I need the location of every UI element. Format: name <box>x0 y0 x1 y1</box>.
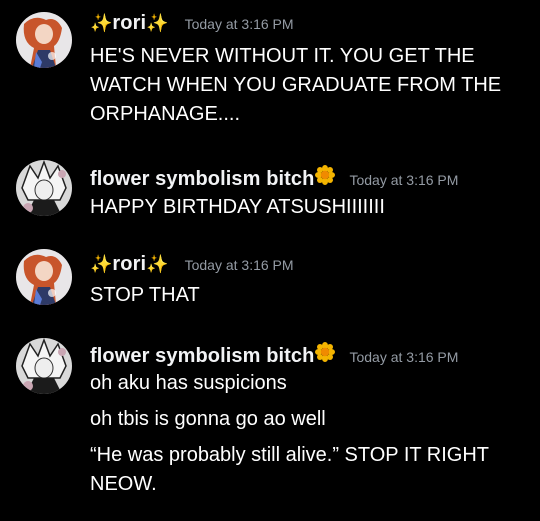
message-text: STOP THAT <box>90 284 200 306</box>
sparkle-icon: ✨ <box>146 13 169 33</box>
username[interactable]: rori <box>112 253 146 276</box>
sparkle-icon: ✨ <box>90 254 113 274</box>
avatar-orange-hair-icon <box>16 249 72 305</box>
sunflower-icon <box>315 342 336 362</box>
chat-log: ✨ rori ✨ Today at 3:16 PM HE'S NEVER WIT… <box>0 0 540 521</box>
user-avatar-flower[interactable] <box>16 160 72 216</box>
message-header: flower symbolism bitch Today at 3:16 PM <box>90 165 458 191</box>
username[interactable]: flower symbolism bitch <box>90 168 314 191</box>
user-avatar-rori[interactable] <box>16 12 72 68</box>
message-header: flower symbolism bitch Today at 3:16 PM <box>90 342 458 368</box>
sunflower-icon <box>315 165 336 185</box>
username[interactable]: flower symbolism bitch <box>90 345 314 368</box>
message-header: ✨ rori ✨ Today at 3:16 PM <box>90 12 294 38</box>
avatar-white-hair-icon <box>16 338 72 394</box>
timestamp[interactable]: Today at 3:16 PM <box>349 349 458 365</box>
message-text: HAPPY BIRTHDAY ATSUSHIIIIIII <box>90 196 385 218</box>
message-text: oh aku has suspicions <box>90 372 287 394</box>
avatar-white-hair-icon <box>16 160 72 216</box>
user-avatar-rori[interactable] <box>16 249 72 305</box>
timestamp[interactable]: Today at 3:16 PM <box>185 257 294 273</box>
avatar-orange-hair-icon <box>16 12 72 68</box>
sparkle-icon: ✨ <box>146 254 169 274</box>
username[interactable]: rori <box>112 12 146 35</box>
message-text: “He was probably still alive.” STOP IT R… <box>90 444 489 495</box>
message-text: HE'S NEVER WITHOUT IT. YOU GET THE WATCH… <box>90 45 502 125</box>
user-avatar-flower[interactable] <box>16 338 72 394</box>
timestamp[interactable]: Today at 3:16 PM <box>349 172 458 188</box>
message-text: oh tbis is gonna go ao well <box>90 408 326 430</box>
timestamp[interactable]: Today at 3:16 PM <box>185 16 294 32</box>
sparkle-icon: ✨ <box>90 13 113 33</box>
message-header: ✨ rori ✨ Today at 3:16 PM <box>90 253 294 279</box>
